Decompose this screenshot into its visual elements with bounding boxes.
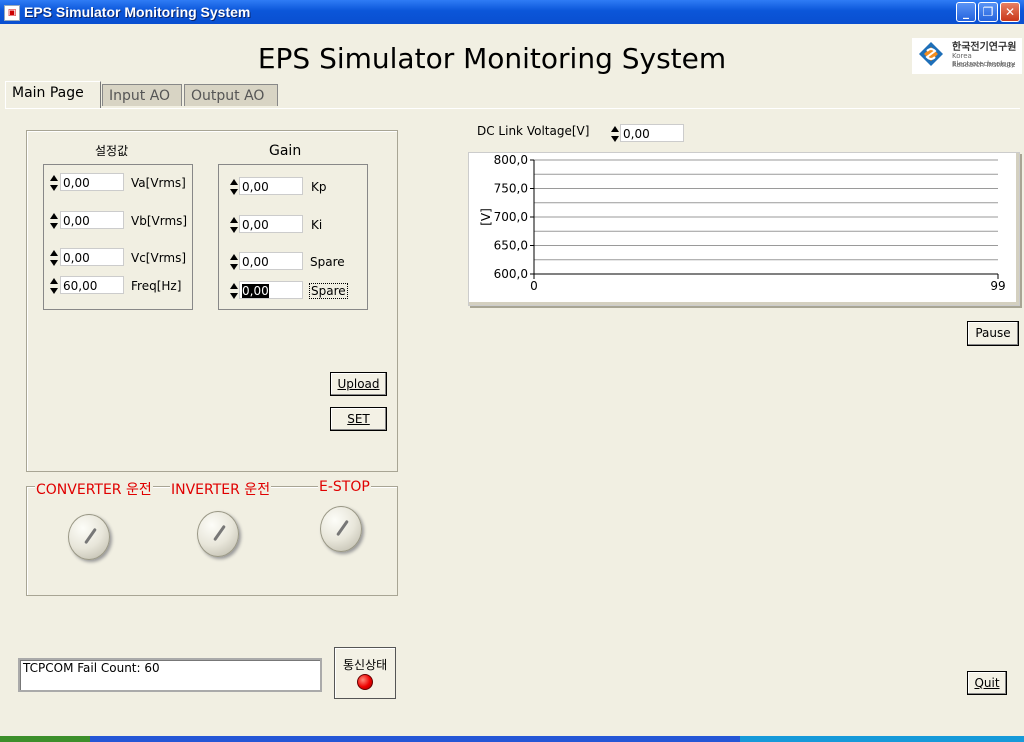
- vb-label: Vb[Vrms]: [131, 214, 188, 228]
- kp-input[interactable]: 0,00: [239, 177, 303, 195]
- page-title: EPS Simulator Monitoring System: [257, 42, 727, 75]
- spin-down-icon[interactable]: [50, 185, 58, 191]
- dc-link-value[interactable]: 0,00: [620, 124, 684, 142]
- tab-divider: [5, 108, 1020, 109]
- x-tick-label: 99: [990, 279, 1005, 293]
- estop-knob[interactable]: [320, 506, 362, 552]
- setpoints-title: 설정값: [95, 144, 129, 158]
- voltage-chart: 800,0 750,0 700,0 650,0 600,00 99 [V]: [479, 153, 1006, 293]
- ki-label: Ki: [311, 218, 323, 232]
- close-button[interactable]: ✕: [1000, 2, 1020, 22]
- y-tick-label: 650,0: [494, 239, 528, 253]
- vc-label: Vc[Vrms]: [131, 251, 187, 265]
- freq-input[interactable]: 60,00: [60, 276, 124, 294]
- spin-down-icon[interactable]: [50, 260, 58, 266]
- estop-label: E-STOP: [318, 479, 371, 495]
- comm-status-box: 통신상태: [334, 647, 396, 699]
- y-axis-label: [V]: [479, 208, 493, 226]
- gain-title: Gain: [269, 143, 302, 159]
- tab-main-page[interactable]: Main Page: [5, 81, 101, 108]
- spare2-spinner[interactable]: [230, 280, 238, 302]
- spin-up-icon[interactable]: [50, 250, 58, 256]
- spare1-spinner[interactable]: [230, 251, 238, 273]
- spin-up-icon[interactable]: [230, 254, 238, 260]
- spare2-selected-value[interactable]: 0,00: [242, 284, 269, 298]
- pause-button[interactable]: Pause: [967, 321, 1019, 346]
- spin-up-icon[interactable]: [230, 179, 238, 185]
- x-tick-label: 0: [530, 279, 538, 293]
- spin-down-icon[interactable]: [50, 288, 58, 294]
- freq-label: Freq[Hz]: [131, 279, 182, 293]
- spin-up-icon[interactable]: [50, 213, 58, 219]
- logo-english-line-2: Research Institute: [952, 61, 1016, 69]
- dc-link-spinner[interactable]: [611, 123, 619, 145]
- taskbar: [0, 736, 1024, 742]
- vb-input[interactable]: 0,00: [60, 211, 124, 229]
- spare1-input[interactable]: 0,00: [239, 252, 303, 270]
- window-title: EPS Simulator Monitoring System: [24, 4, 251, 20]
- keri-logo: 한국전기연구원 Korea Electrotechnology Research…: [912, 38, 1022, 74]
- y-tick-label: 700,0: [494, 210, 528, 224]
- spare2-label: Spare: [309, 283, 348, 299]
- logo-korean-text: 한국전기연구원: [952, 42, 1017, 53]
- spin-down-icon[interactable]: [230, 227, 238, 233]
- converter-label: CONVERTER 운전: [35, 479, 153, 499]
- vb-spinner[interactable]: [50, 210, 58, 232]
- kp-label: Kp: [311, 180, 327, 194]
- spin-up-icon[interactable]: [50, 175, 58, 181]
- y-tick-label: 750,0: [494, 182, 528, 196]
- spare1-label: Spare: [310, 255, 345, 269]
- spin-up-icon[interactable]: [611, 126, 619, 132]
- tab-input-ao[interactable]: Input AO: [102, 84, 182, 106]
- spin-down-icon[interactable]: [230, 293, 238, 299]
- vc-spinner[interactable]: [50, 247, 58, 269]
- title-bar[interactable]: ▣ EPS Simulator Monitoring System _ ❐ ✕: [0, 0, 1024, 24]
- set-button[interactable]: SET: [330, 407, 387, 431]
- va-label: Va[Vrms]: [131, 176, 186, 190]
- spare2-input[interactable]: 0,00: [239, 281, 303, 299]
- spin-up-icon[interactable]: [230, 283, 238, 289]
- spin-down-icon[interactable]: [230, 189, 238, 195]
- vc-input[interactable]: 0,00: [60, 248, 124, 266]
- va-spinner[interactable]: [50, 172, 58, 194]
- y-tick-label: 600,0: [494, 267, 528, 281]
- y-tick-label: 800,0: [494, 153, 528, 167]
- dc-link-label: DC Link Voltage[V]: [477, 124, 590, 138]
- ki-input[interactable]: 0,00: [239, 215, 303, 233]
- spin-up-icon[interactable]: [50, 278, 58, 284]
- upload-button[interactable]: Upload: [330, 372, 387, 396]
- spin-up-icon[interactable]: [230, 217, 238, 223]
- inverter-knob[interactable]: [197, 511, 239, 557]
- tab-output-ao[interactable]: Output AO: [184, 84, 278, 106]
- app-icon[interactable]: ▣: [4, 5, 20, 21]
- status-text: TCPCOM Fail Count: 60: [23, 661, 160, 675]
- converter-knob[interactable]: [68, 514, 110, 560]
- keri-logo-icon: [919, 42, 943, 66]
- minimize-button[interactable]: _: [956, 2, 976, 22]
- comm-status-led-icon: [357, 674, 373, 690]
- va-input[interactable]: 0,00: [60, 173, 124, 191]
- restore-button[interactable]: ❐: [978, 2, 998, 22]
- inverter-label: INVERTER 운전: [170, 479, 272, 499]
- comm-status-label: 통신상태: [343, 658, 388, 672]
- spin-down-icon[interactable]: [50, 223, 58, 229]
- spin-down-icon[interactable]: [230, 264, 238, 270]
- freq-spinner[interactable]: [50, 275, 58, 297]
- status-display: TCPCOM Fail Count: 60: [18, 658, 322, 692]
- spin-down-icon[interactable]: [611, 136, 619, 142]
- ki-spinner[interactable]: [230, 214, 238, 236]
- kp-spinner[interactable]: [230, 176, 238, 198]
- quit-button[interactable]: Quit: [967, 671, 1007, 695]
